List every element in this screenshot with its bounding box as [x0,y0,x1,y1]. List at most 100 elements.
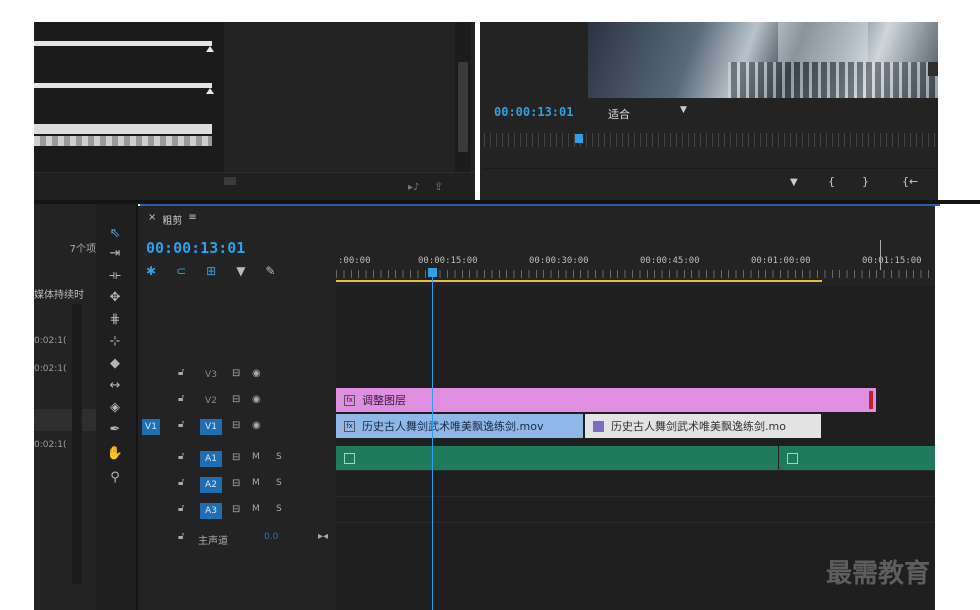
selection-tool-icon[interactable]: ⇖ [106,224,124,242]
program-timecode[interactable]: 00:00:13:01 [494,105,573,119]
duration-1: 0:02:1( [34,336,67,346]
mute-button[interactable]: M [252,478,260,488]
track-label-a3[interactable]: A3 [200,503,222,519]
rolling-edit-icon[interactable]: ✥ [106,288,124,306]
work-area-bar[interactable] [336,280,822,282]
sync-lock-icon[interactable]: ⊟ [232,420,240,431]
slide-tool-icon[interactable]: ↔ [106,376,124,394]
v1-clip-a-label: 历史古人舞剑武术唯美飘逸练剑.mov [362,420,544,433]
track-label-a2[interactable]: A2 [200,477,222,493]
right-margin [935,206,980,610]
tools-panel: ⇖ ⇥ ⟛ ✥ ⋕ ⊹ ◆ ↔ ◈ ✒ ✋ ⚲ [96,204,138,610]
lock-icon[interactable]: 🔓︎ [178,451,184,462]
program-monitor: 00:00:13:01 适合 ▼ ▼ { } {← [480,22,980,201]
solo-button[interactable]: S [276,504,282,514]
export-icon[interactable]: ⇪ [434,180,443,193]
mark-in-button[interactable]: { [828,175,835,188]
go-to-in-button[interactable]: {← [902,175,918,188]
zoom-select[interactable]: 适合 ▼ [608,105,687,122]
item-count: 7个项 [69,244,96,255]
eye-icon[interactable]: ◉ [252,420,261,431]
eye-icon[interactable]: ◉ [252,394,261,405]
keyframe-bar-2[interactable] [34,83,212,88]
track-header-v2: 🔓︎ V2 ⊟ ◉ [140,388,336,414]
monitor-scroll[interactable] [928,62,938,76]
duration-2: 0:02:1( [34,364,67,374]
lock-icon[interactable]: 🔓︎ [178,503,184,514]
add-marker-icon[interactable]: ▼ [236,264,245,278]
pen-tool-icon[interactable]: ◈ [106,398,124,416]
monitor-mini-ruler[interactable] [484,133,938,147]
rate-stretch-icon[interactable]: ⋕ [106,310,124,328]
clip-end-marker[interactable] [869,391,873,409]
track-label-v2[interactable]: V2 [200,393,222,409]
lock-icon[interactable]: 🔓︎ [178,419,184,430]
mute-button[interactable]: M [252,504,260,514]
fx-icon [787,452,798,464]
a1-clip-b[interactable] [779,446,935,470]
sync-lock-icon[interactable]: ⊟ [232,478,240,489]
monitor-transport: ▼ { } {← [484,168,938,201]
ripple-edit-icon[interactable]: ⟛ [106,266,124,284]
ruler-label-0: :00:00 [338,256,371,266]
nest-sequence-icon[interactable]: ✱ [146,264,156,278]
mute-button[interactable]: M [252,452,260,462]
project-scrollbar[interactable] [72,304,82,584]
keyframe-marker-2[interactable] [206,88,214,94]
go-to-end-icon[interactable]: ▸◂ [318,531,328,542]
fx-icon [344,452,355,464]
sync-lock-icon[interactable]: ⊟ [232,452,240,463]
a1-clip-a[interactable] [336,446,778,470]
zoom-tool-icon[interactable]: ⚲ [106,468,124,486]
slip-tool-icon[interactable]: ◆ [106,354,124,372]
keyframe-bar-1[interactable] [34,41,212,46]
lock-icon[interactable]: 🔓︎ [178,393,184,404]
snap-icon[interactable]: ⊂ [176,264,186,278]
v1-clip-a[interactable]: fx 历史古人舞剑武术唯美飘逸练剑.mov [336,414,583,438]
duration-column-header[interactable]: 媒体持续时 [34,286,84,301]
monitor-playhead[interactable] [575,134,583,143]
adjustment-layer-clip[interactable]: fx 调整图层 [336,388,876,412]
keyframe-marker-1[interactable] [206,46,214,52]
chevron-down-icon[interactable]: ▼ [680,105,687,115]
lock-icon[interactable]: 🔓︎ [178,531,184,542]
track-label-v1[interactable]: V1 [200,419,222,435]
lock-icon[interactable]: 🔓︎ [178,477,184,488]
wrench-icon[interactable]: ✎ [265,264,275,278]
marker-icon[interactable]: ▼ [790,177,798,188]
panel-scrollbar[interactable] [455,22,471,172]
hand-tool-icon[interactable]: ✋ [106,444,124,462]
timeline-timecode[interactable]: 00:00:13:01 [146,239,245,257]
track-label-a1[interactable]: A1 [200,451,222,467]
pen-icon[interactable]: ✒ [106,420,124,438]
sync-lock-icon[interactable]: ⊟ [232,368,240,379]
sync-lock-icon[interactable]: ⊟ [232,504,240,515]
track-select-icon[interactable]: ⇥ [106,244,124,262]
solo-button[interactable]: S [276,452,282,462]
eye-icon[interactable]: ◉ [252,368,261,379]
timeline-tab[interactable]: × 粗剪 ≡ [148,212,197,227]
track-label-v3[interactable]: V3 [200,367,222,383]
ruler-label-2: 00:00:30:00 [529,256,589,266]
duration-3: 0:02:1( [34,440,67,450]
source-patch-v1[interactable]: V1 [142,419,160,435]
playhead-line[interactable] [432,270,433,610]
mark-out-button[interactable]: } [862,175,869,188]
ruler-label-1: 00:00:15:00 [418,256,478,266]
speaker-icon[interactable]: ▸♪ [408,182,419,193]
sync-lock-icon[interactable]: ⊟ [232,394,240,405]
linked-selection-icon[interactable]: ⊞ [206,264,216,278]
playhead-handle[interactable] [428,268,437,277]
master-volume[interactable]: 0.0 [264,532,278,542]
selected-row[interactable] [34,409,96,431]
track-header-a3: 🔓︎ A3 ⊟ M S [140,498,336,524]
solo-button[interactable]: S [276,478,282,488]
project-panel: 7个项 媒体持续时 0:02:1( 0:02:1( 0:02:1( [34,204,96,610]
razor-tool-icon[interactable]: ⊹ [106,332,124,350]
v1-clip-b[interactable]: 历史古人舞剑武术唯美飘逸练剑.mo [585,414,821,438]
menu-icon[interactable]: ≡ [188,212,196,227]
sequence-name: 粗剪 [162,216,183,227]
close-icon[interactable]: × [148,212,156,227]
keyframe-bar-3[interactable] [34,124,212,134]
lock-icon[interactable]: 🔓︎ [178,367,184,378]
